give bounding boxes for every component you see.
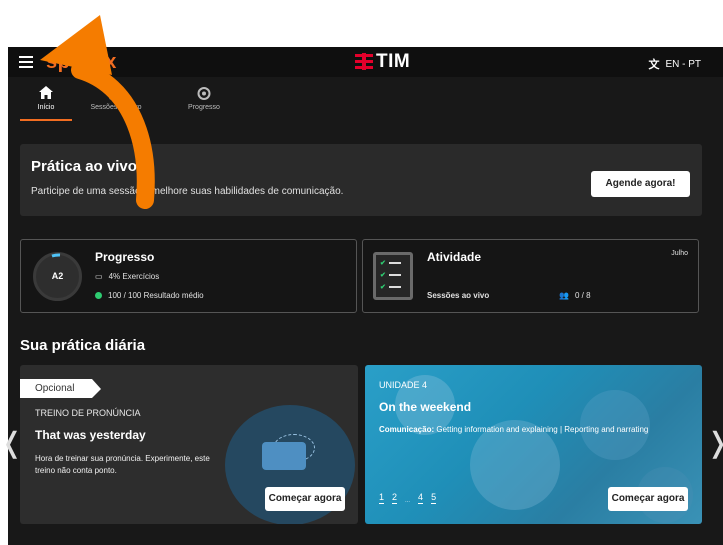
schedule-now-button[interactable]: Agende agora! (591, 171, 690, 197)
start-unit-button[interactable]: Começar agora (608, 487, 688, 511)
pronunciation-title: That was yesterday (35, 428, 146, 442)
book-icon: ▭ (95, 272, 103, 281)
language-label: EN - PT (665, 58, 701, 70)
menu-icon[interactable] (19, 56, 33, 68)
unit-card[interactable]: UNIDADE 4 On the weekend Comunicação: Ge… (365, 365, 702, 524)
exercises-stat: ▭ 4% Exercícios (95, 272, 159, 281)
pronunciation-card[interactable]: Opcional TREINO DE PRONÚNCIA That was ye… (20, 365, 358, 524)
step-ellipsis: ... (405, 498, 411, 504)
speexx-logo: speexx (46, 51, 117, 73)
calendar-icon (109, 87, 123, 100)
unit-steps: 1 2 ... 4 5 (379, 492, 444, 504)
users-icon: 👥 (559, 291, 569, 300)
level-ring: A2 (33, 252, 82, 301)
pronunciation-subtitle: TREINO DE PRONÚNCIA (35, 408, 141, 418)
communication-topics: Getting information and explaining | Rep… (434, 425, 649, 434)
communication-text: Comunicação: Getting information and exp… (379, 425, 648, 434)
start-pronunciation-button[interactable]: Começar agora (265, 487, 345, 511)
activity-title: Atividade (427, 250, 482, 264)
progress-title: Progresso (95, 250, 155, 264)
progress-card[interactable]: A2 Progresso ▭ 4% Exercícios 100 / 100 R… (20, 239, 357, 313)
carousel-next-icon[interactable]: ❭ (706, 426, 723, 459)
step-1[interactable]: 1 (379, 492, 385, 504)
step-5[interactable]: 5 (431, 492, 437, 504)
exercises-text: 4% Exercícios (108, 272, 160, 281)
tim-logo-text: TIM (376, 51, 411, 72)
activity-month: Julho (671, 250, 688, 257)
sessions-value: 0 / 8 (574, 291, 591, 300)
home-icon (39, 86, 53, 99)
language-switcher[interactable]: 文 EN - PT (648, 56, 701, 72)
status-dot-icon (95, 292, 102, 299)
step-4[interactable]: 4 (418, 492, 424, 504)
optional-tag: Opcional (20, 379, 101, 398)
tab-label: Progresso (188, 104, 220, 111)
step-2[interactable]: 2 (392, 492, 398, 504)
chat-bubble-icon (262, 442, 306, 470)
translate-icon: 文 (648, 59, 660, 71)
communication-label: Comunicação: (379, 425, 435, 434)
sessions-label: Sessões ao vivo (427, 291, 490, 300)
app-window: speexx TIM 文 EN - PT Início Sessões ao v… (8, 47, 723, 545)
tab-sessoes-ao-vivo[interactable]: Sessões ao vivo (72, 83, 160, 121)
unit-title: On the weekend (379, 400, 472, 414)
tab-label: Sessões ao vivo (90, 104, 142, 111)
banner-title: Prática ao vivo (31, 158, 137, 175)
unit-label: UNIDADE 4 (379, 380, 428, 390)
tim-logo-icon (355, 53, 373, 70)
live-practice-banner: Prática ao vivo Participe de uma sessão … (20, 144, 702, 216)
tab-label: Início (37, 104, 55, 111)
pronunciation-description: Hora de treinar sua pronúncia. Experimen… (35, 454, 210, 475)
daily-practice-title: Sua prática diária (20, 337, 146, 354)
carousel-prev-icon[interactable]: ❬ (0, 426, 23, 459)
level-badge: A2 (51, 271, 64, 281)
tab-inicio[interactable]: Início (20, 83, 72, 121)
sessions-stat: 👥 0 / 8 (559, 291, 591, 300)
tim-logo: TIM (355, 52, 410, 71)
result-stat: 100 / 100 Resultado médio (95, 291, 204, 300)
progress-icon (197, 87, 211, 100)
checklist-icon: ✔ ✔ ✔ (373, 252, 413, 300)
top-bar: speexx TIM 文 EN - PT (8, 47, 723, 77)
main-nav: Início Sessões ao vivo Progresso (20, 83, 248, 121)
tab-progresso[interactable]: Progresso (160, 83, 248, 121)
banner-description: Participe de uma sessão e melhore suas h… (31, 186, 344, 197)
activity-card[interactable]: ✔ ✔ ✔ Atividade Julho Sessões ao vivo 👥 … (362, 239, 699, 313)
result-text: 100 / 100 Resultado médio (108, 291, 204, 300)
